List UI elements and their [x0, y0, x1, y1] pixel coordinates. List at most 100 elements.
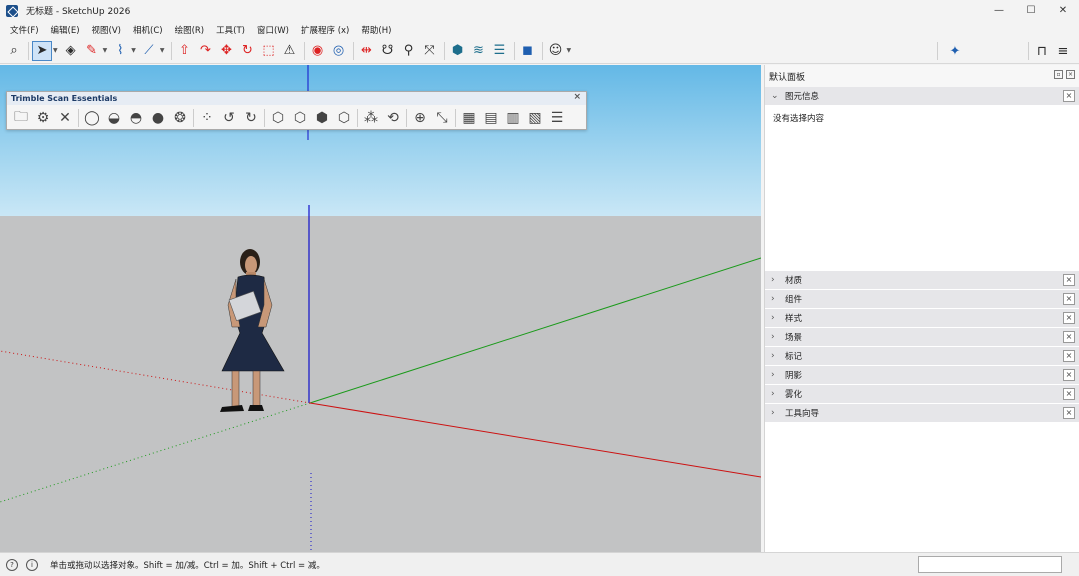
tray-tags[interactable]: › 标记 ×	[765, 347, 1079, 366]
trimble-scan-toolbar[interactable]: Trimble Scan Essentials × 🗀 ⚙ ✕ ◯ ◒ ◓ ● …	[6, 91, 587, 130]
info-icon[interactable]: i	[26, 558, 38, 571]
menu-tools[interactable]: 工具(T)	[210, 24, 251, 36]
magnet-alt-icon[interactable]: ↻	[240, 107, 262, 129]
chevron-down-icon[interactable]: ▼	[160, 47, 165, 54]
mesh-colored-icon[interactable]: ▧	[524, 107, 546, 129]
zoom-icon[interactable]: ⚲	[399, 41, 419, 61]
menu-file[interactable]: 文件(F)	[4, 24, 45, 36]
close-icon[interactable]: ×	[1063, 90, 1075, 102]
drop-dark-icon[interactable]: ◓	[125, 107, 147, 129]
tray-instructor[interactable]: › 工具向导 ×	[765, 404, 1079, 423]
3d-viewport[interactable]	[0, 65, 761, 552]
tray-scenes[interactable]: › 场景 ×	[765, 328, 1079, 347]
menu-edit[interactable]: 编辑(E)	[45, 24, 86, 36]
push-pull-icon[interactable]: ⇧	[175, 41, 195, 61]
pin-icon[interactable]: ▫	[1054, 70, 1063, 79]
mesh-surface-icon[interactable]: ▥	[502, 107, 524, 129]
pencil-icon[interactable]: ✎	[82, 41, 102, 61]
menu-draw[interactable]: 绘图(R)	[169, 24, 211, 36]
close-icon[interactable]: ×	[1063, 369, 1075, 381]
mesh-cube-icon[interactable]: ▦	[458, 107, 480, 129]
scatter-points-icon[interactable]: ⁂	[360, 107, 382, 129]
refresh-points-icon[interactable]: ⟲	[382, 107, 404, 129]
scale-icon[interactable]: ⬚	[259, 41, 279, 61]
eraser-icon[interactable]: ◈	[61, 41, 81, 61]
point-dots-icon[interactable]: ⁘	[196, 107, 218, 129]
menu-help[interactable]: 帮助(H)	[355, 24, 397, 36]
close-icon[interactable]: ×	[1063, 331, 1075, 343]
orbit-icon[interactable]: ◎	[329, 41, 349, 61]
chevron-down-icon[interactable]: ▼	[103, 47, 108, 54]
person-figure[interactable]	[220, 249, 285, 412]
account-icon[interactable]: ☺	[546, 41, 566, 61]
rotate-icon[interactable]: ↻	[238, 41, 258, 61]
mesh-box-icon[interactable]: ▤	[480, 107, 502, 129]
drop-half-icon[interactable]: ◒	[103, 107, 125, 129]
drop-outline-icon[interactable]: ◯	[81, 107, 103, 129]
minimize-button[interactable]: —	[983, 0, 1015, 21]
close-icon[interactable]: ×	[1066, 70, 1075, 79]
tape-icon[interactable]: ☋	[378, 41, 398, 61]
tray-label: 雾化	[785, 390, 803, 400]
cube-top-icon[interactable]: ⬢	[311, 107, 333, 129]
search-icon[interactable]: ⌕	[4, 41, 24, 61]
toolbar-separator	[170, 41, 172, 60]
close-icon[interactable]: ×	[1063, 274, 1075, 286]
maximize-button[interactable]: ☐	[1015, 0, 1047, 21]
menu-camera[interactable]: 相机(C)	[127, 24, 169, 36]
toolbar-separator	[303, 41, 305, 60]
warning-icon[interactable]: ⚠	[280, 41, 300, 61]
close-icon[interactable]: ×	[1063, 350, 1075, 362]
gear-icon[interactable]: ⚙	[32, 107, 54, 129]
close-icon[interactable]: ×	[1063, 407, 1075, 419]
close-icon[interactable]: ×	[1063, 293, 1075, 305]
close-x-icon[interactable]: ✕	[54, 107, 76, 129]
chat-icon[interactable]: ◼	[518, 41, 538, 61]
cube-side-icon[interactable]: ⬡	[289, 107, 311, 129]
measurements-input[interactable]	[918, 556, 1062, 573]
connect-line-icon[interactable]: ⤡	[431, 107, 453, 129]
zoom-extents-icon[interactable]: ⤧	[420, 41, 440, 61]
panel-toggle-icon[interactable]: ⊓	[1032, 41, 1052, 61]
add-circle-icon[interactable]: ⊕	[409, 107, 431, 129]
close-icon[interactable]: ×	[1063, 388, 1075, 400]
freehand-icon[interactable]: ⌇	[110, 41, 130, 61]
drop-filled-icon[interactable]: ●	[147, 107, 169, 129]
select-icon[interactable]: ➤	[32, 40, 52, 61]
cube-iso-icon[interactable]: ⬡	[333, 107, 355, 129]
close-button[interactable]: ✕	[1047, 0, 1079, 21]
menu-view[interactable]: 视图(V)	[86, 24, 127, 36]
layers-stack-icon[interactable]: ☰	[546, 107, 568, 129]
cube-front-icon[interactable]: ⬡	[267, 107, 289, 129]
tray-fog[interactable]: › 雾化 ×	[765, 385, 1079, 404]
menu-lines-icon[interactable]: ≡	[1053, 41, 1073, 61]
line-icon[interactable]: ⟋	[139, 41, 159, 61]
close-icon[interactable]: ×	[1063, 312, 1075, 324]
toolbar-separator	[1028, 42, 1029, 60]
menu-window[interactable]: 窗口(W)	[251, 24, 295, 36]
section-icon[interactable]: ⇹	[357, 41, 377, 61]
close-icon[interactable]: ×	[573, 92, 581, 102]
tray-materials[interactable]: › 材质 ×	[765, 271, 1079, 290]
geo-location-icon[interactable]: ?	[6, 558, 18, 571]
warehouse-icon[interactable]: ⬢	[448, 41, 468, 61]
tray-styles[interactable]: › 样式 ×	[765, 309, 1079, 328]
follow-me-icon[interactable]: ↷	[196, 41, 216, 61]
tray-entity-info[interactable]: ⌄ 图元信息 ×	[765, 87, 1079, 106]
chevron-down-icon[interactable]: ▼	[567, 47, 572, 54]
extension-icon[interactable]: ≋	[469, 41, 489, 61]
menu-extensions[interactable]: 扩展程序 (x)	[295, 24, 355, 36]
move-icon[interactable]: ✥	[217, 41, 237, 61]
scan-toolbar-title[interactable]: Trimble Scan Essentials ×	[7, 92, 586, 105]
folder-icon[interactable]: 🗀	[10, 107, 32, 129]
chevron-down-icon[interactable]: ▼	[131, 47, 136, 54]
ai-sparkle-icon[interactable]: ✦	[945, 41, 965, 61]
drop-pattern-icon[interactable]: ❂	[169, 107, 191, 129]
chevron-down-icon[interactable]: ▼	[53, 47, 58, 54]
magnet-icon[interactable]: ↺	[218, 107, 240, 129]
tray-components[interactable]: › 组件 ×	[765, 290, 1079, 309]
tray-shadows[interactable]: › 阴影 ×	[765, 366, 1079, 385]
layers-icon[interactable]: ☰	[490, 41, 510, 61]
paint-icon[interactable]: ◉	[308, 41, 328, 61]
tray-label: 样式	[785, 314, 803, 324]
